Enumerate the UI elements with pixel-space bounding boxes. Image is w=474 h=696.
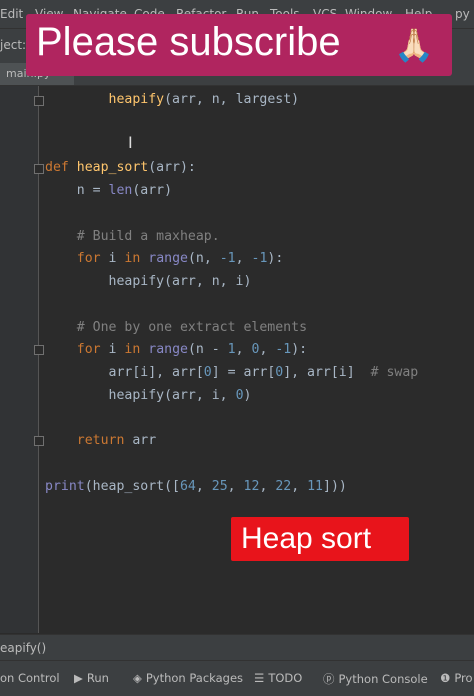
subscribe-banner: Please subscribe 🙏🏻 [26,14,452,76]
tool-problems[interactable]: ❶ Pro [440,671,473,685]
run-icon: ▶ [74,671,83,685]
breadcrumb-function[interactable]: eapify() [0,641,46,655]
code-line[interactable]: # Build a maxheap. [45,229,220,244]
code-line[interactable]: for i in range(n, -1, -1): [45,251,284,266]
heap-sort-label: Heap sort [231,517,409,561]
tool-python-packages[interactable]: ◈ Python Packages [133,671,243,685]
packages-icon: ◈ [133,671,142,685]
menu-overflow[interactable]: py [455,7,470,21]
tool-version-control[interactable]: on Control [0,671,60,685]
code-line[interactable]: n = len(arr) [45,183,172,198]
run-label: Run [86,671,109,685]
fold-marker-icon[interactable] [34,164,44,174]
python-packages-label: Python Packages [145,671,244,685]
version-control-label: on Control [0,671,60,685]
code-line[interactable]: # One by one extract elements [45,320,307,335]
tool-todo[interactable]: ☰ TODO [254,671,302,685]
fold-marker-icon[interactable] [34,96,44,106]
heap-sort-text: Heap sort [241,522,372,555]
breadcrumb: eapify() [0,634,474,661]
code-line[interactable]: print(heap_sort([64, 25, 12, 22, 11])) [45,479,347,494]
tool-run[interactable]: ▶ Run [74,671,109,685]
python-console-label: Python Console [338,672,428,686]
tool-python-console[interactable]: ⓟ Python Console [323,671,428,687]
praying-hands-icon: 🙏🏻 [394,26,434,64]
subscribe-text: Please subscribe [36,20,341,64]
code-line[interactable]: heapify(arr, n, i) [45,274,252,289]
project-breadcrumb[interactable]: ject: [0,38,26,52]
code-line[interactable]: for i in range(n - 1, 0, -1): [45,342,307,357]
code-line[interactable]: return arr [45,433,156,448]
fold-marker-icon[interactable] [34,345,44,355]
problems-label: Pro [454,671,473,685]
text-cursor-icon: I [128,133,133,152]
code-line[interactable]: arr[i], arr[0] = arr[0], arr[i] # swap [45,365,419,380]
code-line[interactable]: heapify(arr, n, largest) [45,92,300,107]
problems-icon: ❶ [440,671,451,685]
code-line[interactable]: def heap_sort(arr): [45,160,196,175]
todo-icon: ☰ [254,671,265,685]
tool-window-bar: on Control ▶ Run ◈ Python Packages ☰ TODO ⓟ… [0,660,474,696]
python-console-icon: ⓟ [323,672,335,686]
todo-label: TODO [268,671,303,685]
fold-marker-icon[interactable] [34,436,44,446]
menu-edit[interactable]: Edit [0,7,23,21]
code-line[interactable]: heapify(arr, i, 0) [45,388,252,403]
